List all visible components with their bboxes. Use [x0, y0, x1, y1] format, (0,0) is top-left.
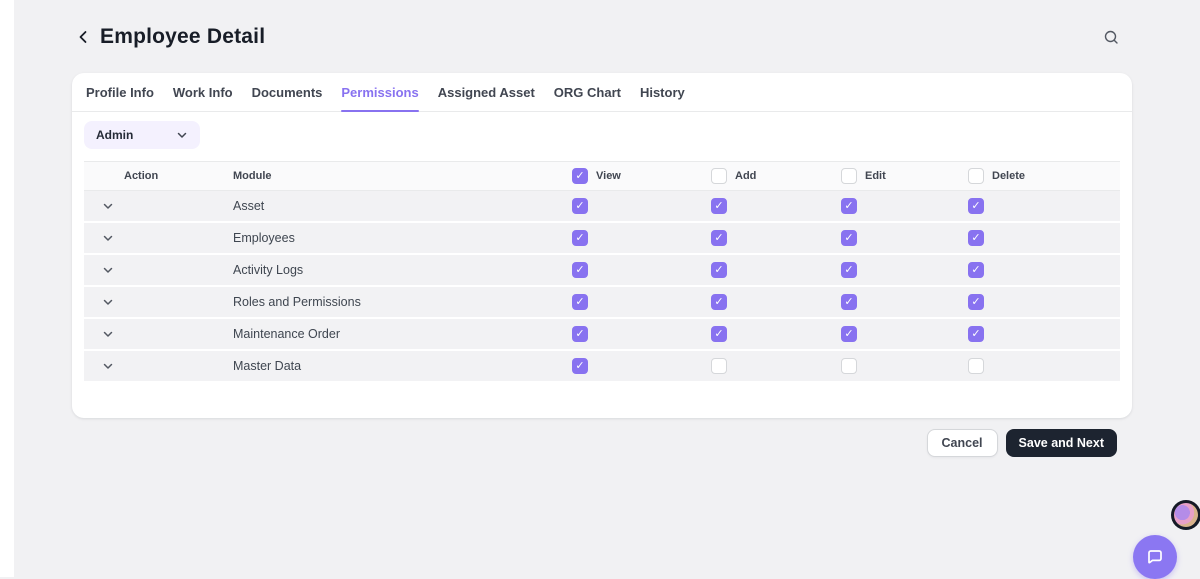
- chevron-down-icon: [102, 360, 114, 372]
- view-checkbox[interactable]: [572, 198, 588, 214]
- chevron-down-icon: [102, 328, 114, 340]
- module-name: Asset: [233, 199, 572, 213]
- tab-permissions[interactable]: Permissions: [341, 73, 418, 111]
- footer-actions: Cancel Save and Next: [72, 429, 1117, 457]
- module-name: Employees: [233, 231, 572, 245]
- table-body: Asset Employees Activity Logs Roles and Per…: [84, 191, 1120, 383]
- module-name: Maintenance Order: [233, 327, 572, 341]
- add-checkbox[interactable]: [711, 294, 727, 310]
- chevron-down-icon: [102, 264, 114, 276]
- search-button[interactable]: [1098, 24, 1124, 50]
- column-header-add: Add: [711, 168, 841, 184]
- chat-bubble-icon: [1144, 546, 1166, 568]
- tab-history[interactable]: History: [640, 73, 685, 111]
- delete-checkbox[interactable]: [968, 262, 984, 278]
- edit-checkbox[interactable]: [841, 230, 857, 246]
- edit-checkbox[interactable]: [841, 262, 857, 278]
- table-row: Asset: [84, 191, 1120, 223]
- view-checkbox[interactable]: [572, 262, 588, 278]
- edit-checkbox[interactable]: [841, 294, 857, 310]
- table-row: Roles and Permissions: [84, 287, 1120, 319]
- edit-checkbox[interactable]: [841, 198, 857, 214]
- permissions-table: Action Module View Add Edit Delete Asset…: [84, 161, 1120, 383]
- table-row: Activity Logs: [84, 255, 1120, 287]
- search-icon: [1103, 29, 1120, 46]
- tab-profile-info[interactable]: Profile Info: [86, 73, 154, 111]
- column-header-edit-label: Edit: [865, 170, 886, 182]
- module-name: Roles and Permissions: [233, 295, 572, 309]
- cancel-button[interactable]: Cancel: [927, 429, 998, 457]
- avatar-image: [1174, 503, 1198, 527]
- edit-select-all-checkbox[interactable]: [841, 168, 857, 184]
- table-header-row: Action Module View Add Edit Delete: [84, 161, 1120, 191]
- tab-bar: Profile Info Work Info Documents Permission…: [72, 73, 1132, 112]
- table-row: Master Data: [84, 351, 1120, 383]
- role-select-value: Admin: [96, 128, 133, 142]
- column-header-view: View: [572, 168, 711, 184]
- chevron-down-icon: [102, 296, 114, 308]
- view-checkbox[interactable]: [572, 326, 588, 342]
- delete-checkbox[interactable]: [968, 326, 984, 342]
- add-checkbox[interactable]: [711, 358, 727, 374]
- add-checkbox[interactable]: [711, 262, 727, 278]
- column-header-action: Action: [84, 170, 233, 182]
- page-header: Employee Detail: [72, 20, 1132, 54]
- chevron-down-icon: [176, 129, 188, 141]
- delete-select-all-checkbox[interactable]: [968, 168, 984, 184]
- row-expand-button[interactable]: [100, 262, 116, 278]
- add-checkbox[interactable]: [711, 198, 727, 214]
- chevron-down-icon: [102, 200, 114, 212]
- column-header-delete: Delete: [968, 168, 1120, 184]
- row-expand-button[interactable]: [100, 294, 116, 310]
- role-select[interactable]: Admin: [84, 121, 200, 149]
- edit-checkbox[interactable]: [841, 326, 857, 342]
- delete-checkbox[interactable]: [968, 230, 984, 246]
- delete-checkbox[interactable]: [968, 294, 984, 310]
- module-name: Activity Logs: [233, 263, 572, 277]
- chat-widget-button[interactable]: [1133, 535, 1177, 579]
- view-checkbox[interactable]: [572, 294, 588, 310]
- add-checkbox[interactable]: [711, 230, 727, 246]
- view-select-all-checkbox[interactable]: [572, 168, 588, 184]
- tab-work-info[interactable]: Work Info: [173, 73, 233, 111]
- row-expand-button[interactable]: [100, 326, 116, 342]
- row-expand-button[interactable]: [100, 198, 116, 214]
- permissions-card: Profile Info Work Info Documents Permission…: [72, 73, 1132, 418]
- delete-checkbox[interactable]: [968, 198, 984, 214]
- delete-checkbox[interactable]: [968, 358, 984, 374]
- left-page-edge: [0, 0, 14, 577]
- chevron-down-icon: [102, 232, 114, 244]
- tab-org-chart[interactable]: ORG Chart: [554, 73, 621, 111]
- column-header-view-label: View: [596, 170, 621, 182]
- view-checkbox[interactable]: [572, 230, 588, 246]
- column-header-delete-label: Delete: [992, 170, 1025, 182]
- column-header-module: Module: [233, 170, 572, 182]
- tab-assigned-asset[interactable]: Assigned Asset: [438, 73, 535, 111]
- save-and-next-button[interactable]: Save and Next: [1006, 429, 1117, 457]
- user-avatar[interactable]: [1171, 500, 1200, 530]
- column-header-edit: Edit: [841, 168, 968, 184]
- module-name: Master Data: [233, 359, 572, 373]
- chevron-left-icon: [75, 29, 91, 45]
- edit-checkbox[interactable]: [841, 358, 857, 374]
- table-row: Employees: [84, 223, 1120, 255]
- column-header-add-label: Add: [735, 170, 756, 182]
- add-checkbox[interactable]: [711, 326, 727, 342]
- table-row: Maintenance Order: [84, 319, 1120, 351]
- tab-documents[interactable]: Documents: [252, 73, 323, 111]
- page-title: Employee Detail: [100, 25, 265, 49]
- add-select-all-checkbox[interactable]: [711, 168, 727, 184]
- row-expand-button[interactable]: [100, 230, 116, 246]
- view-checkbox[interactable]: [572, 358, 588, 374]
- row-expand-button[interactable]: [100, 358, 116, 374]
- back-button[interactable]: [72, 26, 94, 48]
